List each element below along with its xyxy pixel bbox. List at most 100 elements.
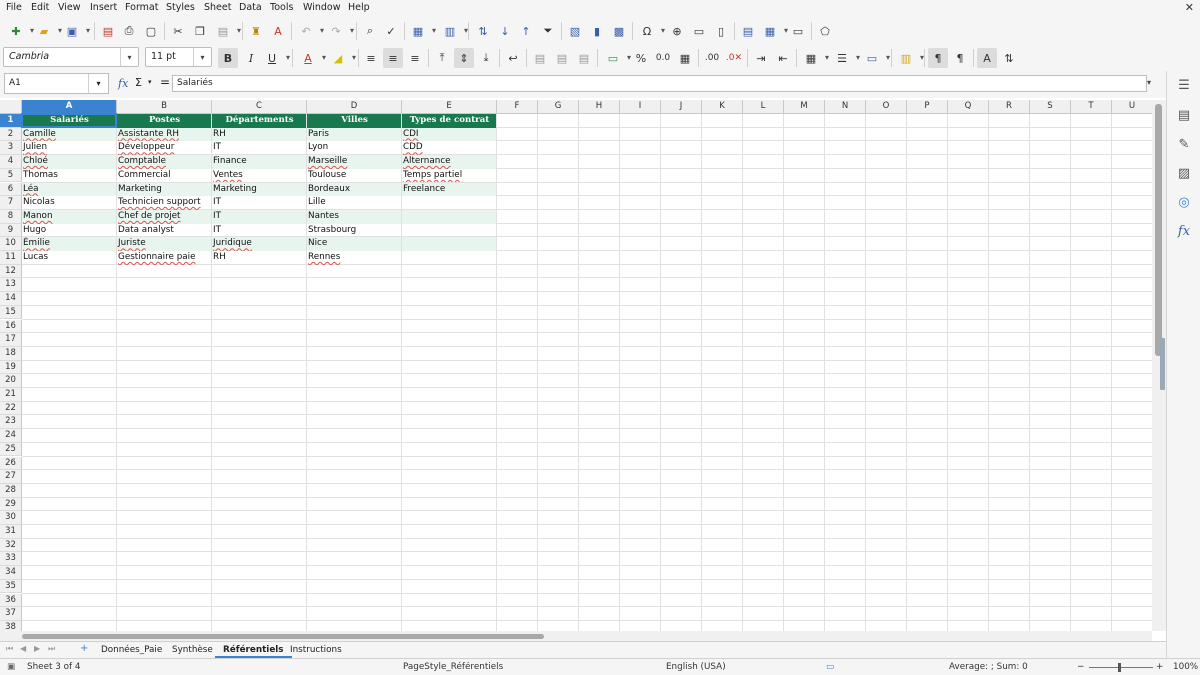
- define-print-area-icon[interactable]: ▤: [738, 21, 758, 41]
- clone-formatting-icon[interactable]: ♜: [246, 21, 266, 41]
- table-cell[interactable]: Ventes: [212, 169, 306, 183]
- row-header[interactable]: 24: [0, 429, 22, 443]
- first-sheet-icon[interactable]: ⏮: [6, 644, 13, 654]
- table-cell[interactable]: Data analyst: [117, 224, 211, 238]
- column-header[interactable]: B: [117, 100, 212, 114]
- column-header[interactable]: M: [784, 100, 825, 114]
- underline-icon[interactable]: U: [262, 48, 290, 68]
- freeze-rows-columns-icon[interactable]: ▦: [760, 21, 788, 41]
- table-header-cell[interactable]: Postes: [117, 114, 211, 128]
- bold-icon[interactable]: B: [218, 48, 238, 68]
- row-header[interactable]: 2: [0, 127, 22, 142]
- row-header[interactable]: 1: [0, 114, 22, 128]
- table-cell[interactable]: Bordeaux: [307, 182, 401, 197]
- function-wizard-icon[interactable]: fx: [118, 77, 128, 90]
- border-color-icon[interactable]: ▭: [862, 48, 890, 68]
- select-all-corner[interactable]: [0, 100, 22, 114]
- row-icon[interactable]: ▦: [408, 21, 436, 41]
- column-header[interactable]: T: [1071, 100, 1112, 114]
- table-cell[interactable]: Marseille: [307, 155, 401, 169]
- redo-icon[interactable]: ↷: [326, 21, 354, 41]
- align-middle-icon[interactable]: ⇕: [454, 48, 474, 68]
- zoom-slider[interactable]: [1089, 667, 1153, 668]
- column-header[interactable]: G: [538, 100, 579, 114]
- row-header[interactable]: 15: [0, 305, 22, 320]
- paste-icon[interactable]: ▤: [213, 21, 241, 41]
- column-header[interactable]: E: [402, 100, 497, 114]
- font-size-box[interactable]: 11 pt ▾: [145, 47, 212, 67]
- row-header[interactable]: 4: [0, 155, 22, 169]
- table-cell[interactable]: Développeur: [117, 141, 211, 155]
- special-character-icon[interactable]: Ω: [637, 21, 665, 41]
- export-pdf-icon[interactable]: ▤: [98, 21, 118, 41]
- previous-sheet-icon[interactable]: ◀: [20, 644, 26, 653]
- chevron-down-icon[interactable]: ▾: [148, 78, 152, 86]
- currency-format-icon[interactable]: ▭: [603, 48, 631, 68]
- text-language[interactable]: English (USA): [666, 662, 726, 672]
- spreadsheet-grid[interactable]: ABCDEFGHIJKLMNOPQRSTU 1 2 3 4 5 6 7 8 9 10 11 12 13 1…: [0, 100, 1152, 631]
- row-header[interactable]: 26: [0, 456, 22, 471]
- font-color-icon[interactable]: A: [298, 48, 326, 68]
- row-header[interactable]: 34: [0, 566, 22, 580]
- row-header[interactable]: 17: [0, 333, 22, 347]
- sort-ascending-icon[interactable]: ↓: [495, 21, 515, 41]
- table-cell[interactable]: Marketing: [212, 182, 306, 197]
- chevron-down-icon[interactable]: ▾: [193, 48, 211, 66]
- row-header[interactable]: 9: [0, 223, 22, 238]
- sidebar-collapse-handle[interactable]: [1160, 338, 1165, 390]
- pivot-table-icon[interactable]: ▩: [609, 21, 629, 41]
- properties-icon[interactable]: ▤: [1175, 106, 1193, 124]
- document-modified-icon[interactable]: ▣: [7, 662, 15, 672]
- header-footer-icon[interactable]: ▯: [711, 21, 731, 41]
- unmerge-cells-icon[interactable]: ▤: [574, 48, 594, 68]
- left-to-right-icon[interactable]: ¶: [928, 48, 948, 68]
- row-header[interactable]: 38: [0, 620, 22, 631]
- new-document-icon[interactable]: ✚: [6, 21, 34, 41]
- wrap-text-icon[interactable]: ↩: [503, 48, 523, 68]
- table-cell[interactable]: Julien: [22, 141, 116, 155]
- row-header[interactable]: 8: [0, 209, 22, 224]
- table-header-cell[interactable]: Départements: [212, 114, 306, 128]
- sum-icon[interactable]: Σ: [135, 76, 142, 89]
- table-cell[interactable]: Alternance: [402, 155, 496, 169]
- column-header[interactable]: C: [212, 100, 307, 114]
- add-decimal-icon[interactable]: .00: [702, 48, 722, 68]
- menu-data[interactable]: Data: [239, 2, 262, 13]
- navigator-icon[interactable]: ◎: [1175, 193, 1193, 211]
- column-header[interactable]: S: [1030, 100, 1071, 114]
- table-cell[interactable]: Assistante RH: [117, 127, 211, 142]
- table-cell[interactable]: [402, 251, 496, 265]
- table-cell[interactable]: CDI: [402, 127, 496, 142]
- table-cell[interactable]: Juriste: [117, 237, 211, 251]
- table-cell[interactable]: IT: [212, 196, 306, 210]
- row-header[interactable]: 29: [0, 497, 22, 512]
- row-header[interactable]: 13: [0, 278, 22, 293]
- table-header-cell[interactable]: Villes: [307, 114, 401, 128]
- page-style[interactable]: PageStyle_Référentiels: [403, 662, 503, 672]
- table-cell[interactable]: [402, 237, 496, 251]
- row-header[interactable]: 3: [0, 141, 22, 156]
- comment-icon[interactable]: ▭: [689, 21, 709, 41]
- table-cell[interactable]: Technicien support: [117, 196, 211, 210]
- column-header[interactable]: J: [661, 100, 702, 114]
- number-format-icon[interactable]: 0.0: [653, 48, 673, 68]
- row-header[interactable]: 7: [0, 196, 22, 210]
- open-folder-icon[interactable]: ▰: [34, 21, 62, 41]
- table-cell[interactable]: Lille: [307, 196, 401, 210]
- menu-help[interactable]: Help: [348, 2, 370, 13]
- column-header[interactable]: F: [497, 100, 538, 114]
- formula-equals-icon[interactable]: =: [160, 75, 170, 89]
- row-header[interactable]: 12: [0, 264, 22, 279]
- align-top-icon[interactable]: ⤒: [432, 48, 452, 68]
- expand-formula-icon[interactable]: ▾: [1147, 78, 1151, 87]
- column-header[interactable]: L: [743, 100, 784, 114]
- zoom-slider-knob[interactable]: [1118, 663, 1121, 672]
- row-header[interactable]: 18: [0, 346, 22, 361]
- table-cell[interactable]: Paris: [307, 127, 401, 142]
- selection-mode-icon[interactable]: ▭: [826, 662, 834, 672]
- table-cell[interactable]: Strasbourg: [307, 224, 401, 238]
- sort-icon[interactable]: ⇅: [473, 21, 493, 41]
- row-header[interactable]: 21: [0, 388, 22, 402]
- table-cell[interactable]: Toulouse: [307, 169, 401, 183]
- right-to-left-icon[interactable]: ¶: [950, 48, 970, 68]
